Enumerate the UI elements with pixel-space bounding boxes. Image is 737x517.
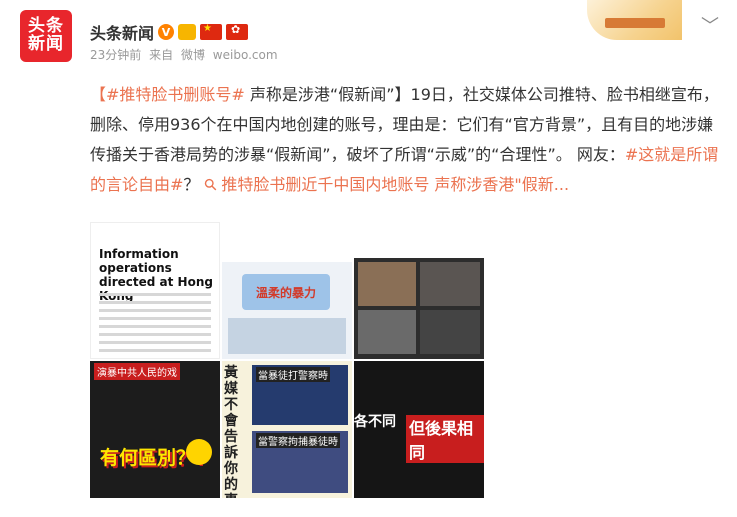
- header-decoration: [587, 0, 682, 40]
- account-name-row: 头条新闻 V: [90, 20, 249, 44]
- chevron-down-icon[interactable]: ﹀: [701, 12, 719, 38]
- post-time[interactable]: 23分钟前: [90, 48, 141, 62]
- post-text: 【#推特脸书删账号# 声称是涉港“假新闻”】19日，社交媒体公司推特、脸书相继宣…: [90, 80, 720, 200]
- image-4-tag: 演暴中共人民的戏: [94, 363, 180, 380]
- image-3-photo: [358, 310, 416, 354]
- china-flag-icon: [200, 23, 223, 40]
- hongkong-flag-icon: [226, 23, 249, 40]
- image-3-header: [354, 222, 484, 258]
- post-meta: 23分钟前 来自 微博 weibo.com: [90, 46, 282, 63]
- image-3-photo: [420, 262, 480, 306]
- image-3-photo: [420, 310, 480, 354]
- image-3[interactable]: [354, 222, 484, 359]
- image-3-photo: [358, 262, 416, 306]
- account-avatar[interactable]: 头条 新闻: [20, 10, 72, 62]
- hashtag-main[interactable]: 【#推特脸书删账号#: [90, 85, 245, 104]
- article-link[interactable]: ⚲ 推特脸书删近千中国内地账号 声称涉香港"假新...: [199, 174, 570, 196]
- image-2-banner: 溫柔的暴力: [242, 274, 330, 310]
- avatar-line-2: 新闻: [28, 34, 64, 54]
- image-4[interactable]: 演暴中共人民的戏 有何區別？!: [90, 361, 220, 498]
- image-2-content: [228, 318, 346, 354]
- image-5-side-text: 黃媒不會告訴你的事: [224, 365, 238, 498]
- image-2[interactable]: 溫柔的暴力: [222, 222, 352, 359]
- image-6-left-text: 各不同: [354, 414, 396, 430]
- article-link-text: 推特脸书删近千中国内地账号 声称涉香港"假新...: [221, 175, 570, 194]
- image-5-panel-2: 當警察拘捕暴徒時: [252, 431, 348, 493]
- image-1[interactable]: Information operations directed at Hong …: [90, 222, 220, 359]
- image-6-right-text: 但後果相同: [406, 415, 484, 463]
- image-5-caption-2: 當警察拘捕暴徒時: [256, 433, 340, 448]
- image-1-text-lines: [99, 293, 211, 357]
- verified-icon: V: [158, 24, 175, 40]
- post-source-site: weibo.com: [212, 48, 278, 62]
- image-5[interactable]: 黃媒不會告訴你的事 當暴徒打警察時 當警察拘捕暴徒時: [222, 361, 352, 498]
- netizen-label: 网友：: [576, 145, 625, 164]
- account-name[interactable]: 头条新闻: [90, 20, 154, 44]
- image-5-panel-1: 當暴徒打警察時: [252, 365, 348, 425]
- image-2-header: [222, 222, 352, 262]
- image-6[interactable]: 各不同 但後果相同: [354, 361, 484, 498]
- post-source[interactable]: 微博: [181, 48, 205, 62]
- post-title: 声称是涉港“假新闻”】: [249, 85, 411, 104]
- image-5-caption-1: 當暴徒打警察時: [256, 367, 330, 382]
- image-grid: Information operations directed at Hong …: [90, 222, 484, 498]
- member-badge-icon: [178, 24, 197, 40]
- emoji-face-icon: [186, 439, 212, 465]
- source-prefix: 来自: [149, 48, 174, 62]
